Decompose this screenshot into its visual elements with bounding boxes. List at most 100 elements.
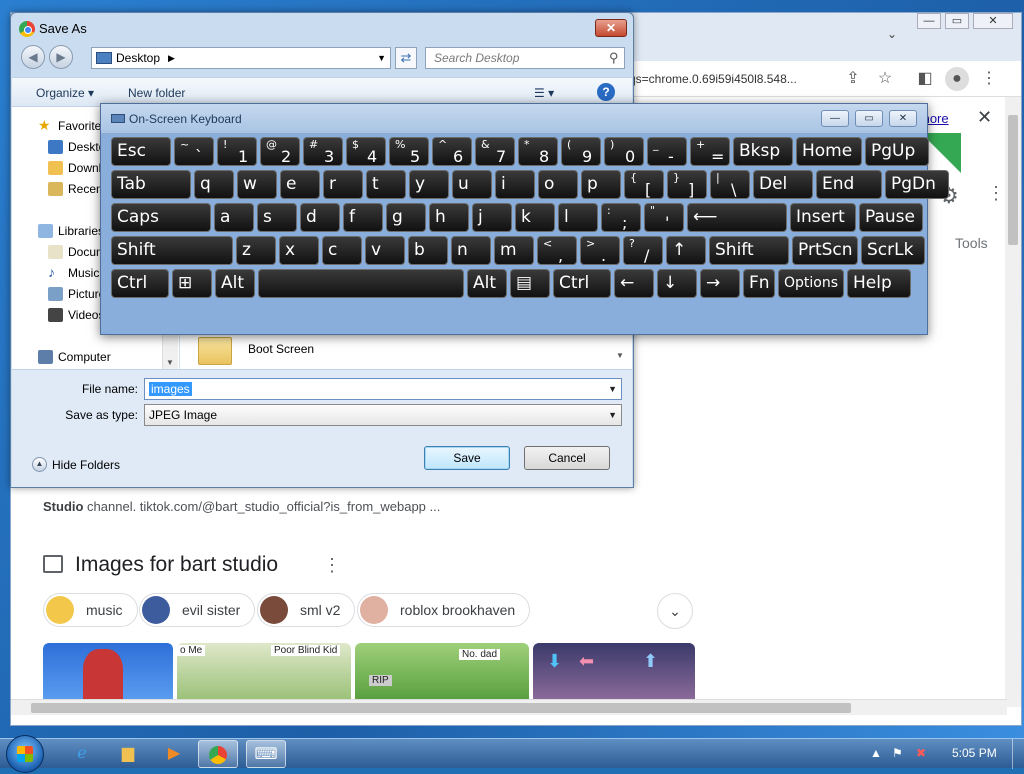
osk-key-t[interactable]: t — [366, 170, 406, 199]
tab-search-chevron-icon[interactable]: ⌄ — [887, 27, 897, 41]
osk-key-options[interactable]: Options — [778, 269, 844, 298]
osk-key-1-11[interactable]: {[ — [624, 170, 664, 199]
file-explorer-icon[interactable]: ▆ — [108, 740, 148, 768]
osk-key-m[interactable]: m — [494, 236, 534, 265]
view-options-icon[interactable]: ☰ ▾ — [534, 86, 554, 100]
osk-key-3-8[interactable]: <, — [537, 236, 577, 265]
osk-key-scrlk[interactable]: ScrLk — [861, 236, 925, 265]
osk-minimize-button[interactable]: — — [821, 110, 849, 127]
osk-key-caps[interactable]: Caps — [111, 203, 211, 232]
close-icon[interactable]: ✕ — [977, 107, 992, 128]
osk-key-c[interactable]: c — [322, 236, 362, 265]
start-button[interactable] — [6, 735, 44, 773]
osk-key-a[interactable]: a — [214, 203, 254, 232]
osk-key-0-6[interactable]: % 5 — [389, 137, 429, 166]
image-result-thumbnail[interactable]: ⬇ ⬅ ⬆ — [533, 643, 695, 699]
osk-key-w[interactable]: w — [237, 170, 277, 199]
osk-key-e[interactable]: e — [280, 170, 320, 199]
maximize-button[interactable]: ▭ — [945, 13, 969, 29]
osk-key-n[interactable]: n — [451, 236, 491, 265]
osk-key-3-9[interactable]: >. — [580, 236, 620, 265]
osk-key-r[interactable]: r — [323, 170, 363, 199]
osk-taskbar-icon[interactable]: ⌨ — [246, 740, 286, 768]
osk-key-d[interactable]: d — [300, 203, 340, 232]
osk-key-p[interactable]: p — [581, 170, 621, 199]
osk-key-0-11[interactable]: ) 0 — [604, 137, 644, 166]
osk-key-sym4-5[interactable]: ▤ — [510, 269, 550, 298]
osk-key-0-7[interactable]: ^ 6 — [432, 137, 472, 166]
network-error-icon[interactable]: ✖ — [916, 746, 926, 760]
osk-key-sym4-7[interactable]: ← — [614, 269, 654, 298]
osk-maximize-button[interactable]: ▭ — [855, 110, 883, 127]
clock[interactable]: 5:05 PM — [952, 746, 997, 760]
osk-key-l[interactable]: l — [558, 203, 598, 232]
search-icon[interactable]: ⚲ — [609, 50, 627, 66]
osk-key-ctrl[interactable]: Ctrl — [553, 269, 611, 298]
chip-evil-sister[interactable]: evil sister — [139, 593, 256, 627]
location-bar[interactable]: Desktop ▶ ▼ — [91, 47, 391, 69]
osk-key-fn[interactable]: Fn — [743, 269, 775, 298]
osk-key-home[interactable]: Home — [796, 137, 862, 166]
file-name-field[interactable]: images ▼ — [144, 378, 622, 400]
location-dropdown-icon[interactable]: ▼ — [377, 48, 386, 68]
osk-key-shift[interactable]: Shift — [709, 236, 789, 265]
chip-sml-v2[interactable]: sml v2 — [257, 593, 356, 627]
forward-button[interactable]: ▶ — [49, 45, 73, 69]
more-options-icon[interactable]: ⋮ — [323, 555, 341, 576]
scroll-down-icon[interactable]: ▼ — [166, 358, 174, 367]
nav-videos[interactable]: Videos — [48, 308, 104, 322]
close-window-button[interactable]: ✕ — [973, 13, 1013, 29]
hide-folders-button[interactable]: ▲ Hide Folders — [32, 457, 120, 472]
nav-favorites[interactable]: ★ Favorites — [38, 118, 107, 133]
osk-key-0-12[interactable]: _ - — [647, 137, 687, 166]
cancel-button[interactable]: Cancel — [524, 446, 610, 470]
osk-key-end[interactable]: End — [816, 170, 882, 199]
osk-key-prtscn[interactable]: PrtScn — [792, 236, 858, 265]
back-button[interactable]: ◀ — [21, 45, 45, 69]
image-result-thumbnail[interactable]: No. dad RIP — [355, 643, 529, 699]
osk-key-sym3-11[interactable]: ↑ — [666, 236, 706, 265]
osk-key-1-12[interactable]: }] — [667, 170, 707, 199]
osk-key-pgdn[interactable]: PgDn — [885, 170, 949, 199]
save-type-dropdown-icon[interactable]: ▼ — [608, 405, 617, 425]
osk-key-sym4-9[interactable]: → — [700, 269, 740, 298]
osk-key-u[interactable]: u — [452, 170, 492, 199]
nav-music[interactable]: ♪ Music — [48, 265, 99, 280]
osk-key-alt[interactable]: Alt — [215, 269, 255, 298]
minimize-button[interactable]: — — [917, 13, 941, 29]
osk-key-del[interactable]: Del — [753, 170, 813, 199]
scrollbar-thumb[interactable] — [1008, 115, 1018, 245]
breadcrumb-arrow-icon[interactable]: ▶ — [168, 48, 175, 68]
osk-key-esc[interactable]: Esc — [111, 137, 171, 166]
help-icon[interactable]: ? — [597, 83, 615, 101]
profile-avatar-icon[interactable]: ● — [945, 67, 969, 91]
osk-key-space[interactable] — [258, 269, 464, 298]
vertical-scrollbar[interactable] — [1005, 97, 1021, 707]
bookmark-star-icon[interactable]: ☆ — [873, 67, 897, 91]
chrome-taskbar-icon[interactable] — [198, 740, 238, 768]
horizontal-scrollbar[interactable] — [11, 699, 1007, 715]
tools-button[interactable]: Tools — [955, 235, 988, 251]
osk-key-shift[interactable]: Shift — [111, 236, 233, 265]
osk-key-0-9[interactable]: * 8 — [518, 137, 558, 166]
dialog-close-button[interactable]: ✕ — [595, 19, 627, 37]
chrome-menu-icon[interactable]: ⋮ — [977, 67, 1001, 91]
show-hidden-icons-icon[interactable]: ▲ — [870, 746, 882, 760]
osk-key-v[interactable]: v — [365, 236, 405, 265]
action-center-icon[interactable]: ⚑ — [892, 746, 903, 760]
chip-roblox-brookhaven[interactable]: roblox brookhaven — [357, 593, 531, 627]
osk-key-bksp[interactable]: Bksp — [733, 137, 793, 166]
nav-computer[interactable]: Computer — [38, 350, 111, 364]
save-button[interactable]: Save — [424, 446, 510, 470]
osk-key-j[interactable]: j — [472, 203, 512, 232]
share-icon[interactable]: ⇪ — [841, 67, 865, 91]
file-list-item[interactable]: Boot Screen — [198, 337, 314, 367]
refresh-icon[interactable]: ⇄ — [395, 47, 417, 69]
osk-key-f[interactable]: f — [343, 203, 383, 232]
osk-key-2-10[interactable]: :; — [601, 203, 641, 232]
osk-key-0-3[interactable]: @2 — [260, 137, 300, 166]
media-player-icon[interactable]: ▶ — [154, 740, 194, 768]
osk-key-tab[interactable]: Tab — [111, 170, 191, 199]
osk-key-0-13[interactable]: + = — [690, 137, 730, 166]
osk-key-alt[interactable]: Alt — [467, 269, 507, 298]
